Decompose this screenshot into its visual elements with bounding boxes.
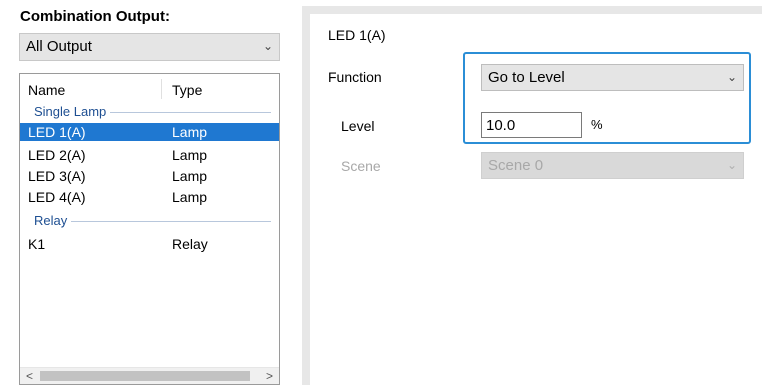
level-unit: %: [591, 117, 603, 132]
list-header: Name Type: [20, 74, 279, 104]
column-header-type[interactable]: Type: [172, 82, 202, 98]
scroll-left-icon[interactable]: <: [26, 369, 33, 383]
output-header: LED 1(A): [328, 27, 386, 43]
item-type: Lamp: [172, 147, 208, 163]
chevron-down-icon: ⌄: [262, 39, 273, 53]
group-label: Single Lamp: [34, 104, 111, 119]
group-header-single-lamp: Single Lamp: [20, 104, 279, 120]
scene-label: Scene: [341, 158, 381, 174]
item-name: LED 3(A): [28, 168, 86, 184]
scrollbar-thumb[interactable]: [40, 371, 250, 381]
group-header-relay: Relay: [20, 213, 279, 229]
column-header-name[interactable]: Name: [28, 82, 65, 98]
column-separator[interactable]: [161, 79, 162, 99]
list-item-k1[interactable]: K1 Relay: [20, 235, 279, 253]
item-name: LED 4(A): [28, 189, 86, 205]
item-name: K1: [28, 236, 46, 252]
function-label: Function: [328, 69, 382, 85]
function-select[interactable]: Go to Level ⌄: [481, 64, 744, 91]
item-name: LED 2(A): [28, 147, 86, 163]
scroll-right-icon[interactable]: >: [266, 369, 273, 383]
list-item-led-4a[interactable]: LED 4(A) Lamp: [20, 188, 279, 206]
group-label: Relay: [34, 213, 72, 228]
scene-select[interactable]: Scene 0 ⌄: [481, 152, 744, 179]
horizontal-scrollbar[interactable]: < >: [20, 367, 279, 384]
function-value: Go to Level: [488, 69, 565, 86]
list-item-led-3a[interactable]: LED 3(A) Lamp: [20, 167, 279, 185]
item-type: Relay: [172, 236, 208, 252]
output-list[interactable]: Name Type Single Lamp LED 1(A) Lamp LED …: [19, 73, 280, 385]
item-type: Lamp: [172, 124, 208, 140]
item-name: LED 1(A): [28, 124, 86, 140]
chevron-down-icon: ⌄: [726, 158, 737, 172]
list-item-led-2a[interactable]: LED 2(A) Lamp: [20, 146, 279, 164]
level-label: Level: [341, 118, 375, 134]
item-type: Lamp: [172, 168, 208, 184]
list-item-led-1a[interactable]: LED 1(A) Lamp: [20, 123, 279, 141]
chevron-down-icon: ⌄: [726, 70, 737, 84]
combination-output-title: Combination Output:: [20, 8, 170, 25]
item-type: Lamp: [172, 189, 208, 205]
level-input[interactable]: [481, 112, 582, 138]
scene-value: Scene 0: [488, 157, 544, 174]
output-filter-value: All Output: [26, 38, 92, 55]
output-filter-select[interactable]: All Output ⌄: [19, 33, 280, 61]
